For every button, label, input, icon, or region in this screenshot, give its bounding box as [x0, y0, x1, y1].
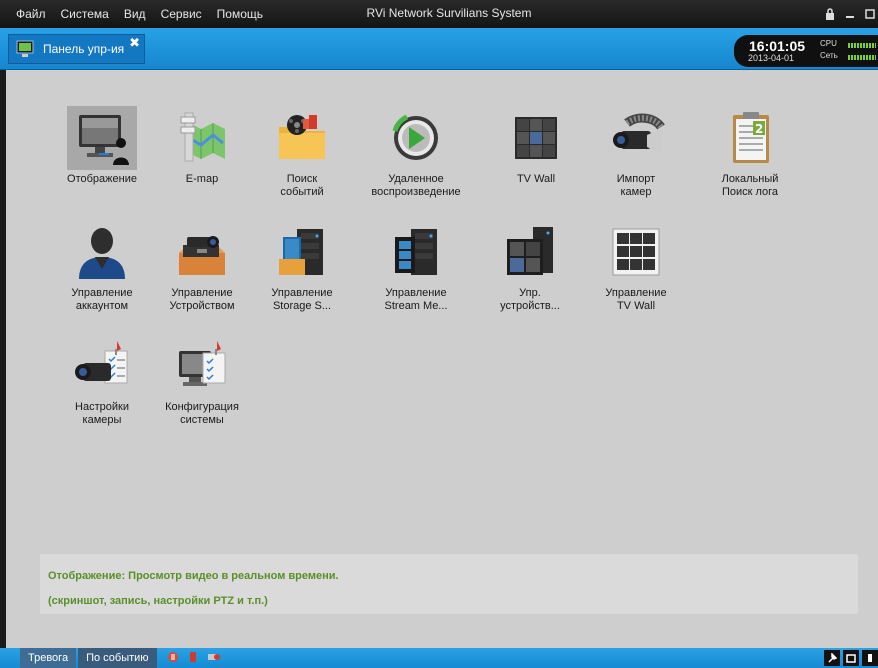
tile-event-search[interactable]: Поиск событий: [252, 106, 352, 199]
storage-server-icon: [267, 220, 337, 284]
description-line-1: Отображение: Просмотр видео в реальном в…: [48, 570, 339, 582]
tile-label: Управление Устройством: [169, 287, 235, 312]
tile-label: Локальный Поиск лога: [721, 173, 779, 198]
tab-control-panel[interactable]: Панель упр-ия ✖: [8, 34, 145, 64]
menu-file[interactable]: Файл: [14, 5, 48, 23]
tile-tv-wall-management[interactable]: Управление TV Wall: [586, 220, 686, 313]
remote-playback-icon: [381, 106, 451, 170]
tile-system-configuration[interactable]: Конфигурация системы: [152, 334, 252, 427]
tile-label: Конфигурация системы: [165, 401, 239, 426]
tile-account-management[interactable]: Управление аккаунтом: [52, 220, 152, 313]
account-user-icon: [67, 220, 137, 284]
record-icon[interactable]: [187, 651, 199, 666]
description-panel: Отображение: Просмотр видео в реальном в…: [40, 554, 858, 614]
window-restore-icon[interactable]: [843, 650, 859, 666]
by-event-button[interactable]: По событию: [78, 648, 157, 668]
maximize-icon[interactable]: [862, 6, 878, 22]
status-right-controls: [824, 650, 878, 666]
cpu-meter: [848, 43, 876, 48]
control-panel-icon: [16, 40, 34, 58]
tile-label: Управление Stream Me...: [384, 287, 448, 312]
tile-camera-import[interactable]: Импорт камер: [586, 106, 686, 199]
tile-display[interactable]: Отображение: [52, 106, 152, 186]
net-label: Сеть: [820, 51, 838, 60]
tile-tv-wall[interactable]: TV Wall: [486, 106, 586, 186]
clock-panel: 16:01:05 2013-04-01 CPU Сеть: [734, 35, 878, 67]
status-icons: [167, 651, 221, 666]
event-search-folder-icon: [267, 106, 337, 170]
menu-view[interactable]: Вид: [122, 5, 148, 23]
monitor-user-icon: [67, 106, 137, 170]
device-server-icon: [495, 220, 565, 284]
tile-device-management[interactable]: Управление Устройством: [152, 220, 252, 313]
tile-stream-media-management[interactable]: Управление Stream Me...: [366, 220, 466, 313]
tile-label: Отображение: [67, 173, 137, 185]
minimize-icon[interactable]: [842, 6, 858, 22]
tile-label: Поиск событий: [280, 173, 324, 198]
pin-icon[interactable]: [824, 650, 840, 666]
tile-storage-server-management[interactable]: Управление Storage S...: [252, 220, 352, 313]
window-controls: [822, 6, 878, 22]
clock-time: 16:01:05: [749, 38, 806, 54]
tile-label: Импорт камер: [616, 173, 656, 198]
tab-label: Панель упр-ия: [43, 42, 125, 56]
menu-system[interactable]: Система: [59, 5, 111, 23]
stream-media-icon: [381, 220, 451, 284]
tile-local-log-search[interactable]: 2 Локальный Поиск лога: [700, 106, 800, 199]
tile-camera-settings[interactable]: Настройки камеры: [52, 334, 152, 427]
alarm-bell-icon[interactable]: [167, 651, 179, 666]
clock-date: 2013-04-01: [748, 53, 795, 63]
menu-help[interactable]: Помощь: [215, 5, 265, 23]
log-clipboard-icon: 2: [715, 106, 785, 170]
lock-icon[interactable]: [822, 6, 838, 22]
menu-service[interactable]: Сервис: [159, 5, 204, 23]
cpu-label: CPU: [820, 39, 837, 48]
tile-device-server-management[interactable]: Упр. устройств...: [480, 220, 580, 313]
system-config-icon: [167, 334, 237, 398]
net-meter: [848, 55, 876, 60]
tv-wall-icon: [501, 106, 571, 170]
svg-text:2: 2: [755, 122, 763, 136]
device-manage-icon: [167, 220, 237, 284]
tile-label: E-map: [185, 173, 219, 185]
camera-settings-icon: [67, 334, 137, 398]
tile-label: Управление TV Wall: [605, 287, 667, 312]
menu-bar: Файл Система Вид Сервис Помощь: [0, 0, 878, 28]
tile-remote-playback[interactable]: Удаленное воспроизведение: [366, 106, 466, 199]
tile-emap[interactable]: E-map: [152, 106, 252, 186]
alarm-button[interactable]: Тревога: [20, 648, 77, 668]
tile-label: TV Wall: [516, 173, 556, 185]
tv-wall-manage-icon: [601, 220, 671, 284]
control-panel-area: Отображение E-map Поиск событий Удаленно…: [6, 70, 878, 648]
camera-alarm-icon[interactable]: [207, 651, 221, 666]
map-icon: [167, 106, 237, 170]
scroll-icon[interactable]: [862, 650, 878, 666]
close-icon[interactable]: ✖: [129, 36, 140, 49]
status-bar: Тревога По событию: [0, 648, 878, 668]
description-line-2: (скриншот, запись, настройки PTZ и т.п.): [48, 595, 268, 607]
camera-import-icon: [601, 106, 671, 170]
tile-label: Упр. устройств...: [500, 287, 560, 312]
tile-label: Удаленное воспроизведение: [371, 173, 461, 198]
tile-label: Настройки камеры: [75, 401, 129, 426]
tile-label: Управление Storage S...: [271, 287, 333, 312]
tile-label: Управление аккаунтом: [71, 287, 133, 312]
